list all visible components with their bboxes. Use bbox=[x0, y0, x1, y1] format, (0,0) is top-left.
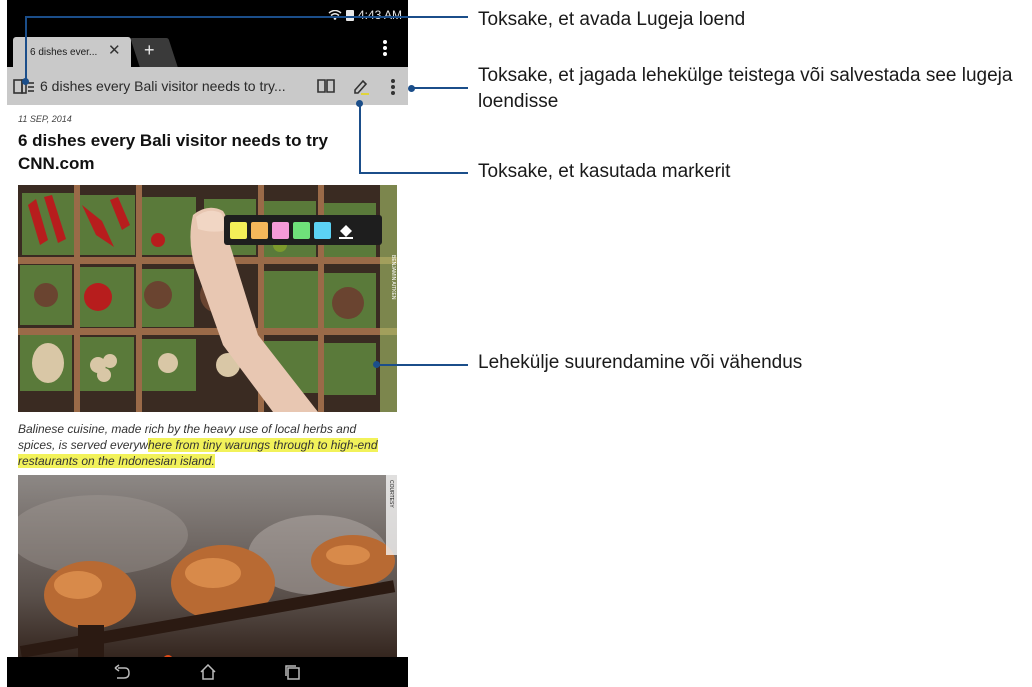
wifi-icon bbox=[328, 10, 342, 20]
page-title[interactable]: 6 dishes every Bali visitor needs to try… bbox=[40, 78, 286, 94]
more-options-icon[interactable] bbox=[390, 78, 396, 96]
article-title: 6 dishes every Bali visitor needs to try… bbox=[18, 131, 328, 173]
article-content[interactable]: 11 SEP, 2014 6 dishes every Bali visitor… bbox=[7, 105, 408, 657]
eraser-icon[interactable] bbox=[337, 222, 355, 239]
tab-bar: 6 dishes ever... ✕ + bbox=[7, 30, 408, 67]
callout-reading-list: Toksake, et avada Lugeja loend bbox=[478, 9, 746, 30]
callout-zoom: Lehekülje suurendamine või vähendus bbox=[478, 352, 803, 373]
address-bar: 6 dishes every Bali visitor needs to try… bbox=[7, 67, 408, 105]
article-date: 11 SEP, 2014 bbox=[18, 114, 72, 124]
highlight-color-yellow[interactable] bbox=[230, 221, 247, 239]
reader-mode-icon[interactable] bbox=[317, 79, 335, 93]
highlighter-pen-icon[interactable] bbox=[352, 77, 370, 95]
image-credit-1: BENJAMIN AITKEN bbox=[390, 255, 396, 300]
tab-close-icon[interactable]: ✕ bbox=[108, 41, 121, 59]
highlight-color-blue[interactable] bbox=[314, 221, 331, 239]
highlight-color-pink[interactable] bbox=[272, 221, 289, 239]
battery-icon bbox=[345, 9, 354, 21]
browser-tab[interactable]: 6 dishes ever... ✕ bbox=[13, 37, 131, 67]
home-icon[interactable] bbox=[199, 664, 217, 680]
highlight-color-green[interactable] bbox=[293, 221, 310, 239]
tab-overflow-menu-icon[interactable] bbox=[382, 39, 388, 57]
image-credit-2: COURTESY bbox=[388, 480, 394, 508]
back-icon[interactable] bbox=[113, 664, 131, 680]
plus-icon[interactable]: + bbox=[144, 40, 155, 61]
callout-highlighter: Toksake, et kasutada markerit bbox=[478, 161, 731, 182]
recent-apps-icon[interactable] bbox=[284, 664, 302, 680]
status-time: 4:43 AM bbox=[357, 8, 402, 22]
tab-title: 6 dishes ever... bbox=[30, 47, 98, 58]
highlighter-toolbar bbox=[224, 215, 382, 245]
article-image-roast-pigs: COURTESY bbox=[18, 475, 397, 657]
status-bar: 4:43 AM bbox=[7, 0, 408, 30]
image-caption: Balinese cuisine, made rich by the heavy… bbox=[18, 421, 388, 469]
navigation-bar bbox=[7, 657, 408, 687]
callout-share-save: Toksake, et jagada lehekülge teistega võ… bbox=[478, 65, 1013, 112]
tablet-screen: 4:43 AM 6 dishes ever... ✕ + 6 dishes ev… bbox=[7, 0, 408, 687]
highlight-color-orange[interactable] bbox=[251, 221, 268, 239]
